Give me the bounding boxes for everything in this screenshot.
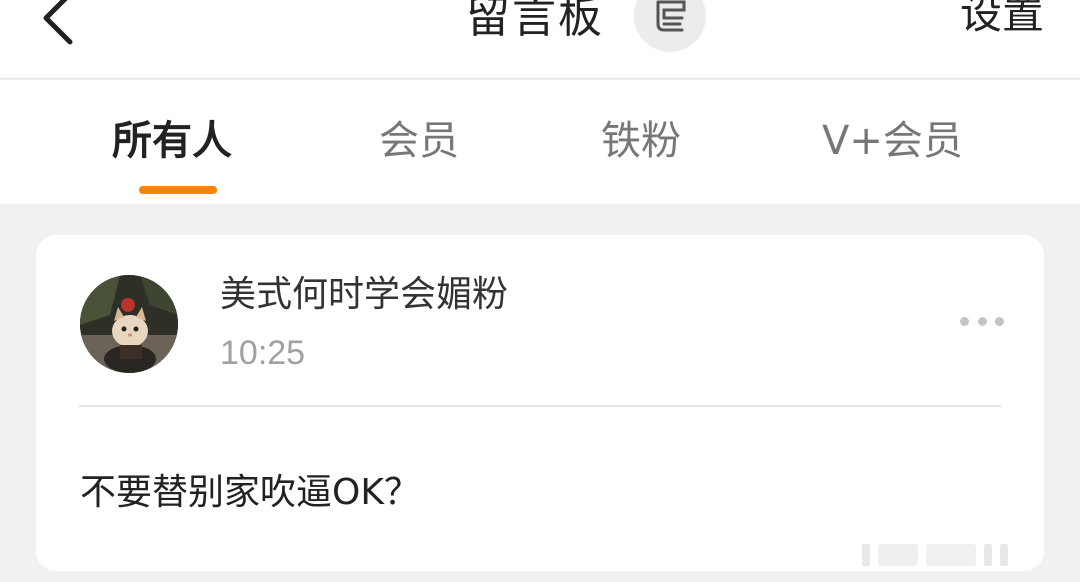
tab-iron-fans[interactable]: 铁粉	[601, 116, 681, 166]
more-dot	[960, 316, 969, 326]
top-bar: 留言板 设置	[0, 0, 1080, 79]
settings-button[interactable]: 设置	[960, 0, 1044, 41]
chevron-left-icon	[43, 0, 73, 45]
page-title: 留言板	[466, 0, 604, 43]
username[interactable]: 美式何时学会媚粉	[220, 271, 508, 319]
divider	[79, 405, 1001, 407]
tab-vplus-members[interactable]: V+会员	[822, 116, 963, 166]
message-card: 美式何时学会媚粉 10:25 不要替别家吹逼OK？	[36, 235, 1044, 571]
active-tab-indicator	[139, 186, 217, 194]
watermark-bars	[862, 544, 1008, 566]
back-button[interactable]	[28, 0, 88, 50]
tab-members[interactable]: 会员	[379, 116, 459, 166]
message-board-icon	[656, 0, 686, 32]
tab-everyone[interactable]: 所有人	[112, 116, 232, 166]
tab-bar: 所有人 会员 铁粉 V+会员	[0, 80, 1080, 204]
more-dot	[977, 316, 987, 326]
avatar-image	[80, 275, 178, 373]
more-dot	[995, 316, 1004, 326]
more-button[interactable]	[960, 313, 1004, 329]
message-text: 不要替别家吹逼OK？	[80, 472, 420, 513]
message-board-icon-button[interactable]	[634, 0, 706, 52]
title-wrap: 留言板	[466, 0, 706, 52]
avatar[interactable]	[80, 275, 178, 373]
post-time: 10:25	[220, 334, 306, 372]
